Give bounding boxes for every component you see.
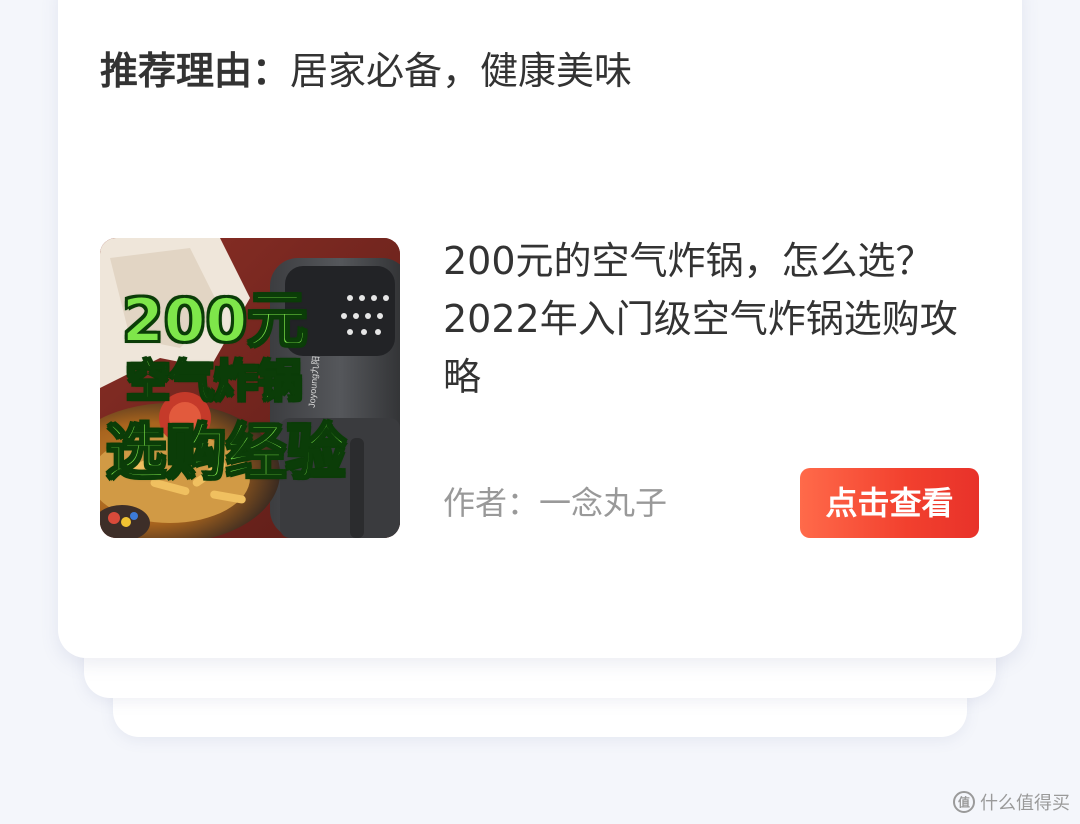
thumbnail-line-product: 空气炸锅 xyxy=(125,355,303,408)
thumbnail-line-price: 200元 xyxy=(121,286,308,356)
view-article-button[interactable]: 点击查看 xyxy=(800,468,979,538)
thumbnail-caption: 200元 空气炸锅 选购经验 xyxy=(100,238,400,538)
watermark-text: 什么值得买 xyxy=(980,793,1070,814)
article-thumbnail[interactable]: Joyoung九阳 200元 空气炸锅 选购经验 xyxy=(100,238,400,538)
recommendation-reason: 推荐理由：居家必备，健康美味 xyxy=(100,46,632,96)
thumbnail-line-guide: 选购经验 xyxy=(105,417,347,489)
reason-text: 居家必备，健康美味 xyxy=(290,49,633,93)
site-watermark: 值 什么值得买 xyxy=(952,788,1070,816)
article-author: 作者：一念丸子 xyxy=(443,484,668,522)
svg-text:值: 值 xyxy=(958,795,970,810)
reason-label: 推荐理由： xyxy=(100,49,291,93)
article-title[interactable]: 200元的空气炸锅，怎么选？2022年入门级空气炸锅选购攻略 xyxy=(443,232,963,406)
smzdm-logo-icon: 值 xyxy=(953,791,975,813)
